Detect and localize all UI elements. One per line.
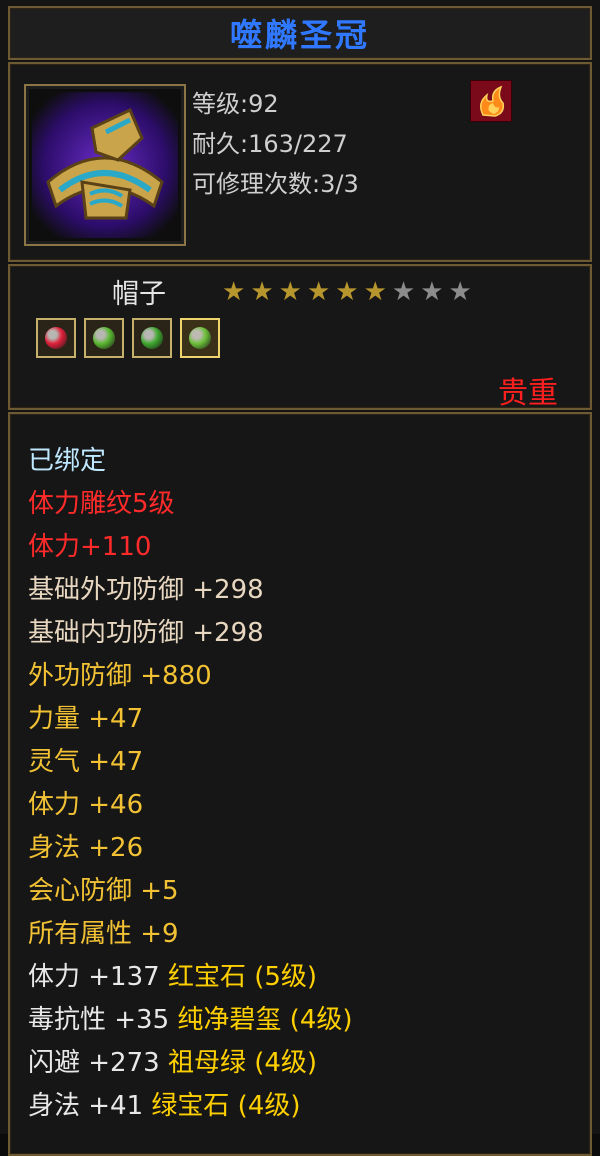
rarity-label: 贵重 <box>498 376 558 411</box>
gem-attribute-line: 闪避 +273 祖母绿 (4级) <box>28 1042 588 1085</box>
star-filled-icon: ★ <box>222 277 246 307</box>
flame-rune-icon <box>470 80 512 122</box>
repair-value: 3/3 <box>320 170 359 198</box>
gem-stat: 体力 +137 <box>28 962 160 992</box>
gem-name: 纯净碧玺 (4级) <box>177 1005 353 1035</box>
attribute-line: 会心防御 +5 <box>28 876 179 906</box>
gem-stat: 闪避 +273 <box>28 1048 160 1078</box>
gem-attribute-line: 身法 +41 绿宝石 (4级) <box>28 1085 588 1128</box>
green-gem-icon <box>93 327 115 349</box>
attribute-line: 灵气 +47 <box>28 747 144 777</box>
durability-line: 耐久:163/227 <box>192 130 348 158</box>
item-title-bar: 噬麟圣冠 <box>8 6 592 60</box>
green-gem-icon <box>189 327 211 349</box>
attribute-line: 所有属性 +9 <box>28 919 179 949</box>
gem-slot[interactable] <box>36 318 76 358</box>
attribute-line: 身法 +26 <box>28 833 144 863</box>
star-filled-icon: ★ <box>363 277 387 307</box>
attribute-line: 体力雕纹5级 <box>28 489 175 519</box>
attribute-line: 外功防御 +880 <box>28 661 212 691</box>
item-tooltip-panel: 噬麟圣冠 等级:92 耐久:163/227 可修理次数:3/3 帽子 ★ ★ ★… <box>0 0 600 1156</box>
red-gem-icon <box>45 327 67 349</box>
star-rating: ★ ★ ★ ★ ★ ★ ★ ★ ★ <box>222 278 472 306</box>
gem-stat: 毒抗性 +35 <box>28 1005 170 1035</box>
gem-stat: 身法 +41 <box>28 1091 144 1121</box>
gem-attribute-line: 毒抗性 +35 纯净碧玺 (4级) <box>28 999 588 1042</box>
star-filled-icon: ★ <box>335 277 359 307</box>
crown-item-icon <box>32 92 178 238</box>
attributes-list: 已绑定体力雕纹5级 体力+110 基础外功防御 +298 基础内功防御 +298 外功防… <box>28 440 588 1128</box>
gem-slot[interactable] <box>180 318 220 358</box>
level-line: 等级:92 <box>192 90 279 118</box>
gem-attribute-line: 体力 +137 红宝石 (5级) <box>28 956 588 999</box>
item-type: 帽子 <box>112 279 166 310</box>
star-filled-icon: ★ <box>278 277 302 307</box>
item-name: 噬麟圣冠 <box>229 16 370 54</box>
attribute-line: 力量 +47 <box>28 704 144 734</box>
gem-slots <box>36 318 220 358</box>
star-empty-icon: ★ <box>420 277 444 307</box>
gem-name: 红宝石 (5级) <box>167 962 318 992</box>
gem-name: 祖母绿 (4级) <box>167 1048 318 1078</box>
attribute-line: 基础外功防御 +298 <box>28 575 264 605</box>
attribute-line: 已绑定 <box>28 446 107 476</box>
attribute-line: 基础内功防御 +298 <box>28 618 264 648</box>
star-empty-icon: ★ <box>391 277 416 307</box>
gem-slot[interactable] <box>84 318 124 358</box>
attribute-line: 体力 +46 <box>28 790 144 820</box>
durability-label: 耐久 <box>192 130 240 158</box>
level-value: 92 <box>248 90 279 118</box>
repair-label: 可修理次数 <box>192 170 312 198</box>
attribute-line: 体力+110 <box>28 532 152 562</box>
gem-name: 绿宝石 (4级) <box>151 1091 301 1121</box>
repair-line: 可修理次数:3/3 <box>192 170 359 198</box>
level-label: 等级 <box>192 90 240 118</box>
item-icon-frame <box>24 84 186 246</box>
star-filled-icon: ★ <box>306 277 331 307</box>
green-gem-icon <box>141 327 163 349</box>
gem-slot[interactable] <box>132 318 172 358</box>
star-filled-icon: ★ <box>250 277 274 307</box>
star-empty-icon: ★ <box>448 277 472 307</box>
durability-value: 163/227 <box>248 130 348 158</box>
